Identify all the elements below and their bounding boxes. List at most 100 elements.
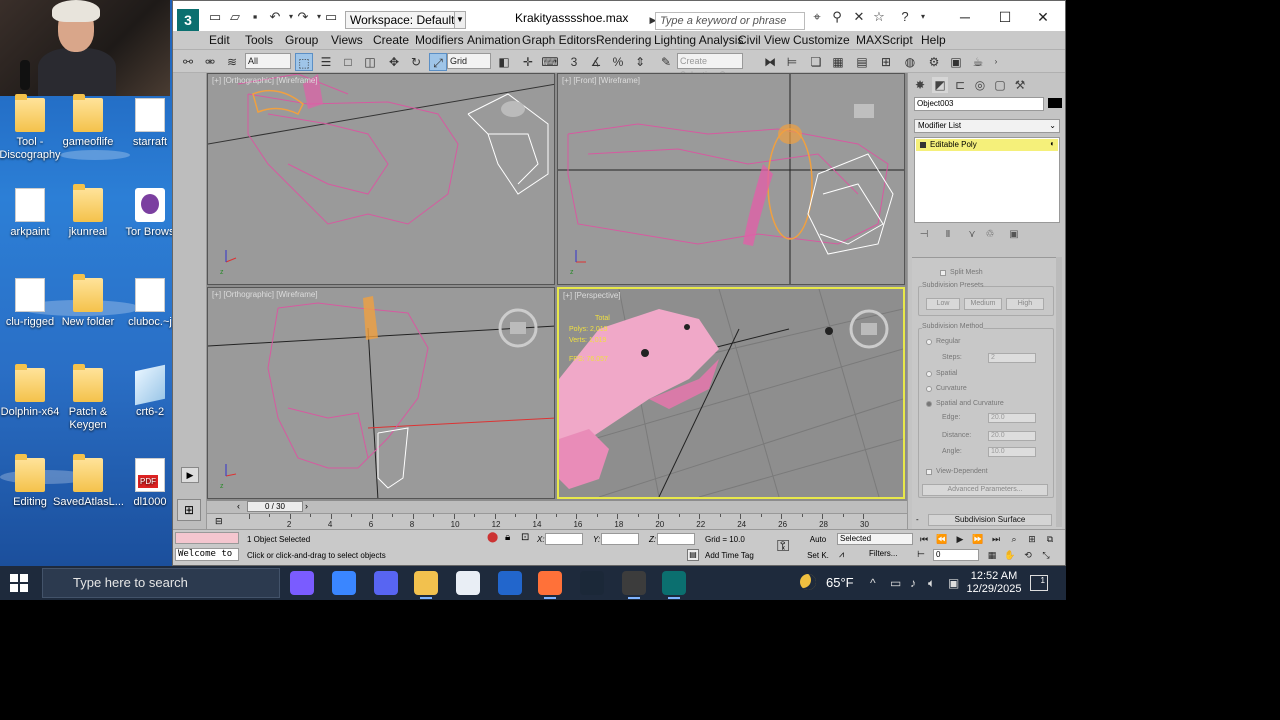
utilities-tab-icon[interactable]: ⚒: [1012, 77, 1028, 93]
volume-icon[interactable]: 🔈︎: [928, 576, 935, 591]
go-to-end-icon[interactable]: ⏭: [989, 533, 1003, 545]
workspace-dropdown[interactable]: Workspace: Default: [345, 11, 465, 29]
system-clock[interactable]: 12:52 AM 12/29/2025: [962, 570, 1026, 596]
toolbar-overflow-icon[interactable]: ›: [987, 53, 1005, 71]
create-tab-icon[interactable]: ✸: [912, 77, 928, 93]
move-icon[interactable]: ✥: [385, 53, 403, 71]
viewport-label[interactable]: [+] [Front] [Wireframe]: [562, 76, 640, 85]
split-mesh-checkbox[interactable]: [940, 270, 946, 276]
viewport-label[interactable]: [+] [Orthographic] [Wireframe]: [212, 290, 318, 299]
track-bar-toggle-icon[interactable]: ⊟: [215, 516, 227, 526]
key-filter-dropdown[interactable]: Selected: [837, 533, 913, 545]
menu-rendering[interactable]: Rendering: [596, 33, 651, 47]
advanced-parameters-button[interactable]: Advanced Parameters...: [922, 484, 1048, 496]
minimize-button[interactable]: ─: [955, 7, 975, 27]
rendered-frame-icon[interactable]: ▣: [947, 53, 965, 71]
save-icon[interactable]: ▪: [247, 10, 263, 24]
key-mode-toggle-icon[interactable]: ⊢: [917, 549, 925, 560]
reference-coordinate-dropdown[interactable]: Grid: [447, 53, 491, 69]
desktop-icon[interactable]: gameoflife: [53, 94, 123, 149]
distance-spinner[interactable]: 20.0: [988, 431, 1036, 441]
motion-tab-icon[interactable]: ◎: [972, 77, 988, 93]
viewport-bottom-right[interactable]: [+] [Perspective] Total Polys: 2,019 Ver…: [557, 287, 905, 499]
curve-editor-icon[interactable]: ▤: [853, 53, 871, 71]
preset-low-button[interactable]: Low: [926, 298, 960, 310]
auto-key-button[interactable]: Auto: [805, 535, 831, 544]
modify-tab-icon[interactable]: ◩: [932, 77, 948, 93]
preset-medium-button[interactable]: Medium: [964, 298, 1002, 310]
binoculars-icon[interactable]: ⌖: [809, 10, 825, 24]
rectangular-selection-icon[interactable]: □: [339, 53, 357, 71]
redo-icon[interactable]: ↷: [295, 10, 311, 24]
communication-icon[interactable]: ✕: [851, 10, 867, 24]
curvature-radio[interactable]: [926, 386, 932, 392]
unlink-icon[interactable]: ⚮: [201, 53, 219, 71]
workspace-dropdown-arrow[interactable]: ▼: [454, 11, 466, 29]
rotate-icon[interactable]: ↻: [407, 53, 425, 71]
material-editor-icon[interactable]: ◍: [901, 53, 919, 71]
modifier-list-dropdown[interactable]: Modifier List ⌄: [914, 119, 1060, 133]
maximize-viewport-icon[interactable]: ⧉: [1043, 533, 1057, 545]
regular-radio[interactable]: [926, 339, 932, 345]
desktop-icon[interactable]: jkunreal: [53, 184, 123, 239]
track-bar[interactable]: ⊟ 2 4 6 8 10 12 14 16 18 20 22 24 26 28 30: [207, 513, 907, 529]
project-folder-icon[interactable]: ▭: [323, 10, 339, 24]
add-time-tag[interactable]: Add Time Tag: [705, 551, 754, 560]
window-crossing-icon[interactable]: ◫: [361, 53, 379, 71]
menu-edit[interactable]: Edit: [209, 33, 230, 47]
z-coordinate-field[interactable]: [657, 533, 695, 545]
menu-tools[interactable]: Tools: [245, 33, 273, 47]
go-to-start-icon[interactable]: ⏮: [917, 533, 931, 545]
3dsmax-icon[interactable]: [662, 571, 686, 599]
configure-sets-icon[interactable]: ▣: [1008, 229, 1020, 241]
isolate-icon[interactable]: ⬤: [487, 532, 498, 543]
viewport-label[interactable]: [+] [Orthographic] [Wireframe]: [212, 76, 318, 85]
undo-icon[interactable]: ↶: [267, 10, 283, 24]
favorites-icon[interactable]: ☆: [871, 10, 887, 24]
menu-modifiers[interactable]: Modifiers: [415, 33, 464, 47]
spatial-radio[interactable]: [926, 371, 932, 377]
open-file-icon[interactable]: ▱: [227, 10, 243, 24]
spinner-snap-icon[interactable]: ⇕: [631, 53, 649, 71]
snaps-toggle-icon[interactable]: 3: [565, 53, 583, 71]
new-file-icon[interactable]: ▭: [207, 10, 223, 24]
menu-help[interactable]: Help: [921, 33, 946, 47]
infocenter-icon[interactable]: ⚲: [829, 10, 845, 24]
discord-icon[interactable]: [374, 571, 398, 595]
viewport-top-left[interactable]: z [+] [Orthographic] [Wireframe]: [207, 73, 555, 285]
hierarchy-tab-icon[interactable]: ⊏: [952, 77, 968, 93]
percent-snap-icon[interactable]: %: [609, 53, 627, 71]
microsoft-store-icon[interactable]: [456, 571, 480, 595]
zoom-all-icon[interactable]: ⊞: [1025, 533, 1039, 545]
microphone-icon[interactable]: ♪: [910, 576, 916, 590]
select-by-name-icon[interactable]: ☰: [317, 53, 335, 71]
key-mode-icon[interactable]: ⩘: [839, 549, 844, 560]
desktop-icon[interactable]: New folder: [53, 274, 123, 329]
select-object-icon[interactable]: ⬚: [295, 53, 313, 71]
preset-high-button[interactable]: High: [1006, 298, 1044, 310]
next-frame-icon[interactable]: ›: [305, 501, 308, 511]
menu-lighting-analysis[interactable]: Lighting Analysis: [654, 33, 743, 47]
meet-now-icon[interactable]: ▭: [890, 576, 901, 590]
notification-center-icon[interactable]: 1: [1030, 575, 1048, 591]
prev-frame-icon[interactable]: ‹: [237, 501, 240, 511]
help-icon[interactable]: ?: [897, 10, 913, 24]
menu-group[interactable]: Group: [285, 33, 318, 47]
bind-spacewarp-icon[interactable]: ≋: [223, 53, 241, 71]
selection-filter-dropdown[interactable]: All: [245, 53, 291, 69]
time-slider[interactable]: 0 / 30 ‹ ›: [207, 501, 907, 513]
help-dropdown-icon[interactable]: ▾: [915, 10, 931, 24]
obs-icon[interactable]: [622, 571, 646, 599]
pan-icon[interactable]: ✋: [1003, 549, 1017, 561]
absolute-mode-icon[interactable]: ⊡: [521, 532, 529, 543]
align-icon[interactable]: ⊨: [783, 53, 801, 71]
viewport-bottom-left[interactable]: z [+] [Orthographic] [Wireframe]: [207, 287, 555, 499]
pin-stack-icon[interactable]: ⊣: [918, 229, 930, 241]
set-key-button[interactable]: Set K.: [805, 551, 831, 560]
weather-temperature[interactable]: 65°F: [826, 575, 854, 590]
steam-icon[interactable]: [580, 571, 604, 595]
network-icon[interactable]: ▣: [948, 576, 959, 590]
menu-views[interactable]: Views: [331, 33, 363, 47]
key-filters-button[interactable]: Filters...: [869, 549, 897, 558]
spatial-curvature-radio[interactable]: [926, 401, 932, 407]
